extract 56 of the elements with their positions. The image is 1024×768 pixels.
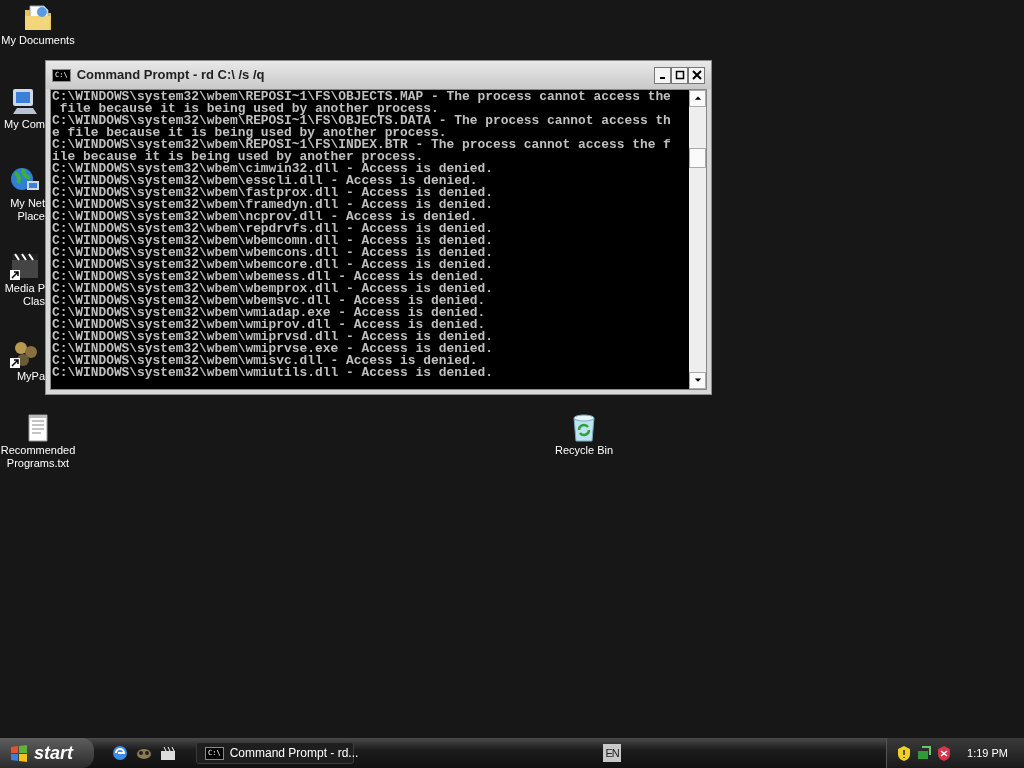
start-button[interactable]: start bbox=[0, 738, 94, 768]
icon-label: My Com bbox=[3, 118, 45, 131]
language-indicator[interactable]: EN bbox=[603, 743, 621, 763]
up-arrow-icon bbox=[693, 95, 702, 102]
icon-label: Clas bbox=[22, 295, 45, 308]
maximize-icon bbox=[675, 70, 684, 80]
console-line: C:\WINDOWS\system32\wbem\esscli.dll - Access is denied. bbox=[52, 175, 478, 187]
close-button[interactable] bbox=[688, 66, 705, 84]
close-icon bbox=[691, 70, 702, 80]
console-line: C:\WINDOWS\system32\wbem\wbemcomn.dll - Access is denied. bbox=[52, 235, 494, 247]
console-line: C:\WINDOWS\system32\wbem\REPOSI~1\FS\OBJECTS.DATA - The process cannot access th bbox=[52, 115, 672, 127]
minimize-icon bbox=[658, 77, 666, 79]
windows-logo-icon bbox=[10, 743, 28, 763]
console-line: C:\WINDOWS\system32\wbem\wbemsvc.dll - Access is denied. bbox=[52, 295, 487, 307]
shield-warning-icon[interactable] bbox=[897, 745, 912, 761]
browser-icon[interactable] bbox=[112, 745, 128, 761]
console-line: C:\WINDOWS\system32\wbem\wmisvc.dll - Access is denied. bbox=[52, 355, 478, 367]
console-line: C:\WINDOWS\system32\wbem\wmiadap.exe - Access is denied. bbox=[52, 307, 487, 319]
icon-label: Programs.txt bbox=[6, 457, 70, 470]
icon-label: MyPa bbox=[15, 370, 45, 383]
console-line: C:\WINDOWS\system32\wbem\wmiprov.dll - Access is denied. bbox=[52, 319, 486, 331]
console-line: ile because it is being used by another process. bbox=[52, 151, 424, 163]
console-line: C:\WINDOWS\system32\wbem\REPOSI~1\FS\OBJECTS.MAP - The process cannot access the bbox=[52, 91, 672, 103]
console-line: C:\WINDOWS\system32\wbem\repdrvfs.dll - Access is denied. bbox=[52, 223, 494, 235]
console-line: C:\WINDOWS\system32\wbem\wmiutils.dll - Access is denied. bbox=[52, 367, 494, 379]
console-line: C:\WINDOWS\system32\wbem\cimwin32.dll - Access is denied. bbox=[52, 163, 494, 175]
icon-label: Recycle Bin bbox=[554, 444, 614, 457]
console-line: C:\WINDOWS\system32\wbem\REPOSI~1\FS\INDEX.BTR - The process cannot access the f bbox=[52, 139, 672, 151]
scrollbar[interactable] bbox=[689, 90, 706, 389]
maximize-button[interactable] bbox=[671, 66, 688, 84]
down-arrow-icon bbox=[693, 377, 702, 384]
console-line: C:\WINDOWS\system32\wbem\fastprox.dll - Access is denied. bbox=[52, 187, 494, 199]
icon-label: My Documents bbox=[1, 34, 75, 47]
icon-label: Place bbox=[16, 210, 45, 223]
network-icon[interactable] bbox=[917, 745, 932, 761]
scroll-thumb[interactable] bbox=[689, 148, 706, 168]
scroll-down-button[interactable] bbox=[689, 372, 706, 389]
icon-label: Media P bbox=[3, 282, 45, 295]
console-line: C:\WINDOWS\system32\wbem\wmiprvsd.dll - Access is denied. bbox=[52, 331, 494, 343]
console-line: C:\WINDOWS\system32\wbem\ncprov.dll - Access is denied. bbox=[52, 211, 478, 223]
console-line: C:\WINDOWS\system32\wbem\framedyn.dll - Access is denied. bbox=[52, 199, 494, 211]
console-line: file because it is being used by another process. bbox=[59, 103, 440, 115]
window-title: Command Prompt - rd C:\ /s /q bbox=[76, 66, 265, 85]
console-line: C:\WINDOWS\system32\wbem\wbemprox.dll - Access is denied. bbox=[52, 283, 494, 295]
minimize-button[interactable] bbox=[654, 66, 671, 84]
clapperboard-icon[interactable] bbox=[160, 745, 176, 761]
shield-alert-icon[interactable] bbox=[937, 745, 952, 761]
console-line: C:\WINDOWS\system32\wbem\wmiprvse.exe - Access is denied. bbox=[52, 343, 494, 355]
icon-label: Recommended bbox=[0, 444, 76, 457]
console-line: C:\WINDOWS\system32\wbem\wbemess.dll - Access is denied. bbox=[52, 271, 486, 283]
icon-label: My Net bbox=[9, 197, 45, 210]
console-line: e file because it is being used by another process. bbox=[52, 127, 447, 139]
clock: 1:19 PM bbox=[967, 745, 1008, 761]
console-line: C:\WINDOWS\system32\wbem\wbemcons.dll - Access is denied. bbox=[52, 247, 494, 259]
console-line: C:\WINDOWS\system32\wbem\wbemcore.dll - Access is denied. bbox=[52, 259, 494, 271]
scroll-up-button[interactable] bbox=[689, 90, 706, 107]
